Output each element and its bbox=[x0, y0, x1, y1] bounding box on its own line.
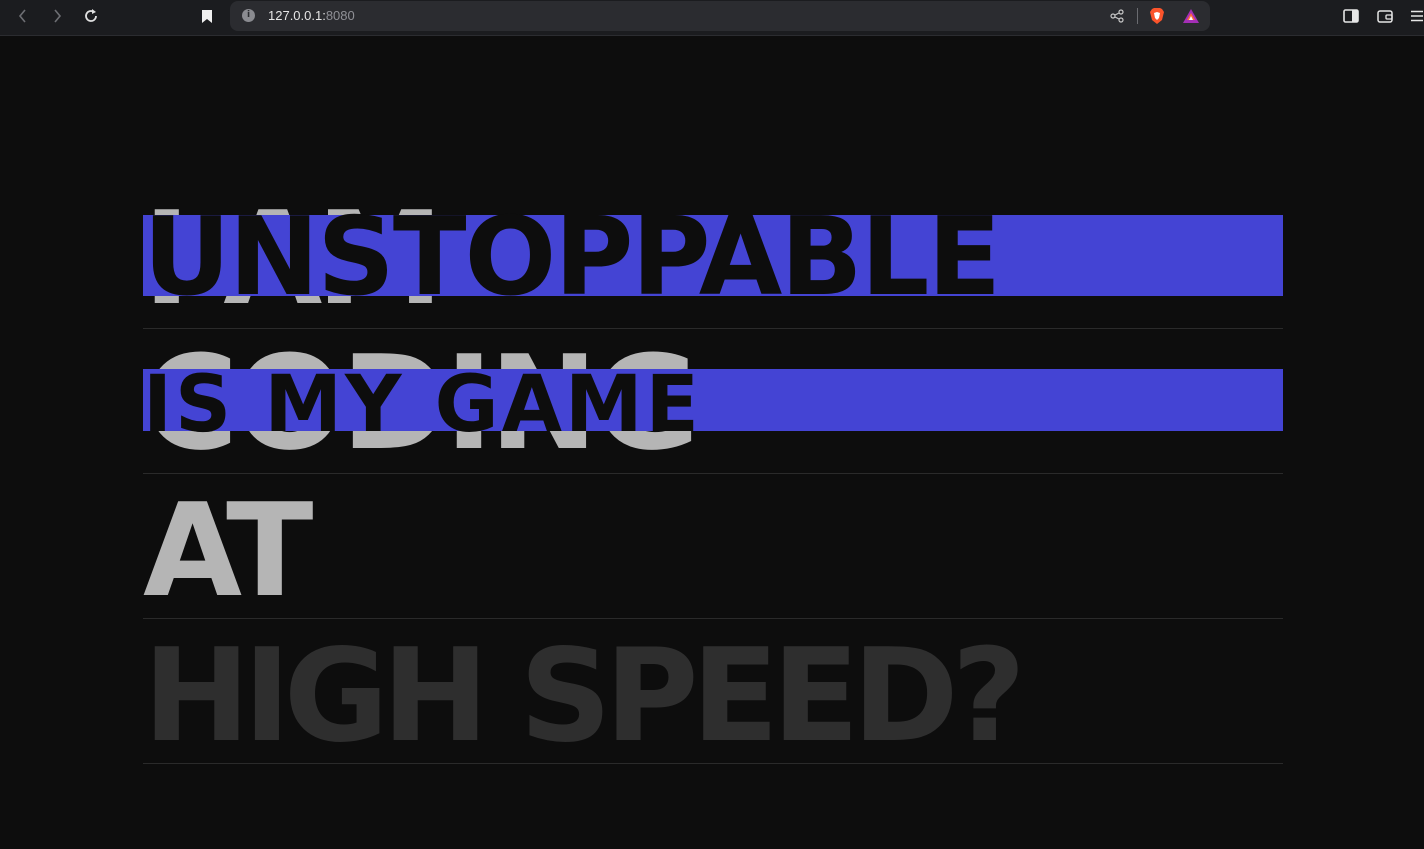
bookmark-button[interactable] bbox=[195, 5, 219, 27]
chevron-right-icon bbox=[54, 9, 62, 23]
address-bar[interactable]: i 127.0.0.1:8080 bbox=[230, 1, 1210, 31]
brave-rewards-icon[interactable] bbox=[1182, 7, 1200, 25]
sidebar-toggle-button[interactable] bbox=[1339, 5, 1363, 27]
hero-row2-front-text: IS MY GAME bbox=[143, 360, 702, 450]
chevron-left-icon bbox=[18, 9, 26, 23]
sidebar-icon bbox=[1343, 9, 1359, 23]
row-divider bbox=[143, 618, 1283, 619]
site-info-icon[interactable]: i bbox=[242, 9, 255, 22]
row-divider bbox=[143, 763, 1283, 764]
wallet-icon bbox=[1377, 10, 1393, 23]
menu-button[interactable] bbox=[1405, 5, 1424, 27]
hero-section: I AM UNSTOPPABLE CODING IS MY GAME AT HI… bbox=[143, 36, 1283, 849]
reload-icon bbox=[85, 9, 97, 22]
reload-button[interactable] bbox=[79, 5, 103, 27]
url-text[interactable]: 127.0.0.1:8080 bbox=[268, 7, 355, 25]
hamburger-icon bbox=[1411, 10, 1423, 22]
wallet-button[interactable] bbox=[1373, 5, 1397, 27]
hero-row1-front-text: UNSTOPPABLE bbox=[143, 195, 1001, 320]
row-divider bbox=[143, 473, 1283, 474]
hero-row4-text: HIGH SPEED? bbox=[143, 622, 1026, 771]
bookmark-icon bbox=[202, 9, 212, 23]
forward-button[interactable] bbox=[45, 5, 69, 27]
url-port: 8080 bbox=[325, 8, 355, 23]
share-icon[interactable] bbox=[1108, 7, 1126, 25]
back-button[interactable] bbox=[11, 5, 35, 27]
url-separator bbox=[1137, 8, 1138, 24]
brave-shields-icon[interactable] bbox=[1148, 7, 1166, 25]
browser-toolbar: i 127.0.0.1:8080 bbox=[0, 0, 1424, 36]
hero-row3-text: AT bbox=[143, 477, 313, 626]
url-host: 127.0.0.1: bbox=[268, 8, 326, 23]
